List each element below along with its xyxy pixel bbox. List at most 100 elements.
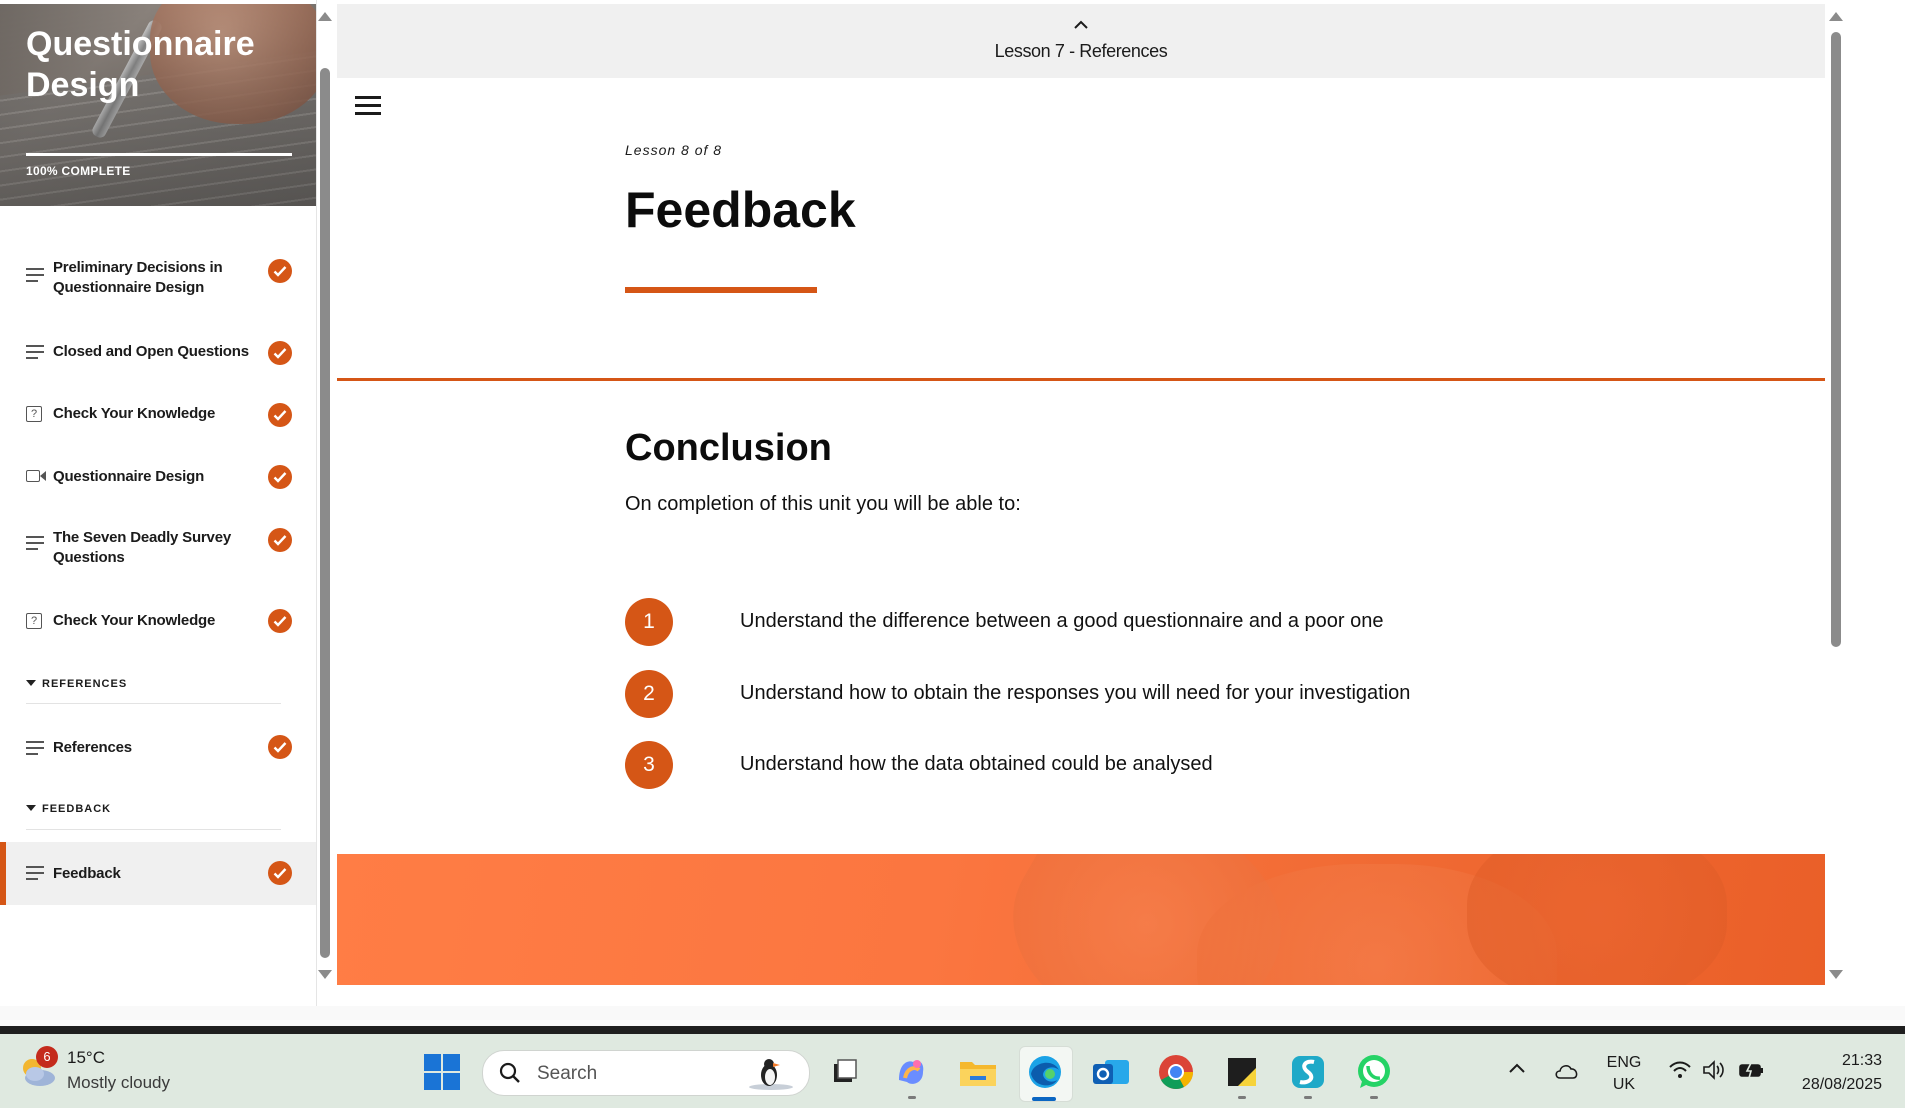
chrome-icon[interactable] bbox=[1154, 1050, 1198, 1094]
edge-browser-icon[interactable] bbox=[1023, 1050, 1067, 1094]
lesson-counter: Lesson 8 of 8 bbox=[625, 142, 723, 158]
sidebar-item-preliminary-decisions[interactable]: Preliminary Decisions in Questionnaire D… bbox=[0, 258, 316, 304]
sidebar-item-label: Check Your Knowledge bbox=[53, 612, 216, 629]
conclusion-intro: On completion of this unit you will be a… bbox=[625, 493, 1021, 515]
video-icon bbox=[26, 467, 46, 485]
windows-taskbar: 6 15°C Mostly cloudy Search ENG UK 21:33… bbox=[0, 1034, 1905, 1108]
quiz-icon: ? bbox=[26, 613, 42, 629]
objective-item: 1 Understand the difference between a go… bbox=[625, 598, 1725, 646]
quiz-icon: ? bbox=[26, 406, 42, 422]
volume-icon[interactable] bbox=[1702, 1060, 1726, 1080]
objective-number: 3 bbox=[625, 741, 673, 789]
running-indicator bbox=[908, 1096, 916, 1099]
notification-badge: 6 bbox=[36, 1046, 58, 1068]
active-app-indicator bbox=[1032, 1097, 1056, 1101]
section-divider bbox=[26, 829, 281, 830]
section-heading: FEEDBACK bbox=[42, 803, 112, 815]
sidebar-item-check-knowledge-2[interactable]: ? Check Your Knowledge bbox=[0, 609, 316, 635]
sidebar-item-feedback[interactable]: Feedback bbox=[0, 842, 316, 905]
decorative-banner-image bbox=[337, 854, 1825, 985]
section-heading: REFERENCES bbox=[42, 678, 128, 690]
hamburger-menu-icon[interactable] bbox=[355, 96, 381, 116]
search-icon bbox=[499, 1062, 520, 1083]
conclusion-heading: Conclusion bbox=[625, 427, 832, 469]
lesson-content: Lesson 8 of 8 Feedback Conclusion On com… bbox=[337, 78, 1825, 985]
course-title: Questionnaire Design bbox=[26, 25, 255, 104]
taskbar-search[interactable]: Search bbox=[482, 1050, 810, 1096]
task-view-icon[interactable] bbox=[822, 1050, 866, 1094]
section-divider bbox=[337, 378, 1825, 381]
text-lines-icon bbox=[26, 739, 44, 757]
clock-time: 21:33 bbox=[1841, 1052, 1882, 1069]
completed-check-icon bbox=[268, 861, 292, 885]
scroll-up-arrow-icon[interactable] bbox=[1829, 12, 1843, 21]
search-placeholder: Search bbox=[537, 1063, 598, 1084]
sidebar-item-label: Questionnaire Design bbox=[53, 468, 205, 485]
weather-temperature: 15°C bbox=[67, 1048, 105, 1067]
sidebar-item-label: Check Your Knowledge bbox=[53, 405, 216, 422]
copilot-icon[interactable] bbox=[889, 1050, 933, 1094]
active-item-indicator bbox=[0, 842, 6, 905]
scrollbar-thumb[interactable] bbox=[1831, 32, 1841, 647]
sidebar-item-label: The Seven Deadly Survey Questions bbox=[53, 529, 231, 566]
sidebar-item-check-knowledge-1[interactable]: ? Check Your Knowledge bbox=[0, 402, 316, 428]
objective-text: Understand the difference between a good… bbox=[740, 610, 1384, 632]
sidebar-item-label: Closed and Open Questions bbox=[53, 343, 249, 360]
objective-number: 2 bbox=[625, 670, 673, 718]
section-toggle-references[interactable]: REFERENCES bbox=[26, 678, 127, 690]
objective-text: Understand how to obtain the responses y… bbox=[740, 682, 1411, 704]
completed-check-icon bbox=[268, 465, 292, 489]
outlook-icon[interactable] bbox=[1089, 1050, 1133, 1094]
previous-lesson-link[interactable]: Lesson 7 - References bbox=[337, 41, 1825, 62]
sidebar-item-label: Feedback bbox=[53, 865, 121, 882]
sidebar-item-label: Preliminary Decisions in Questionnaire D… bbox=[53, 259, 223, 296]
scroll-down-arrow-icon[interactable] bbox=[318, 970, 332, 979]
language-code: ENG bbox=[1606, 1054, 1642, 1071]
file-explorer-icon[interactable] bbox=[956, 1050, 1000, 1094]
progress-label: 100% COMPLETE bbox=[26, 164, 131, 178]
sidebar-item-questionnaire-design[interactable]: Questionnaire Design bbox=[0, 464, 316, 490]
content-scrollbar[interactable] bbox=[1829, 8, 1843, 1008]
completed-check-icon bbox=[268, 403, 292, 427]
sidebar-item-label: References bbox=[53, 739, 132, 756]
objective-item: 2 Understand how to obtain the responses… bbox=[625, 670, 1725, 718]
completed-check-icon bbox=[268, 259, 292, 283]
running-indicator bbox=[1370, 1096, 1378, 1099]
objective-number: 1 bbox=[625, 598, 673, 646]
title-underline bbox=[625, 287, 817, 293]
sidebar-item-seven-deadly-questions[interactable]: The Seven Deadly Survey Questions bbox=[0, 528, 316, 574]
sidebar-item-closed-open-questions[interactable]: Closed and Open Questions bbox=[0, 340, 316, 366]
sidebar-item-references[interactable]: References bbox=[0, 735, 316, 761]
scroll-down-arrow-icon[interactable] bbox=[1829, 970, 1843, 979]
section-toggle-feedback[interactable]: FEEDBACK bbox=[26, 803, 111, 815]
caret-down-icon bbox=[26, 805, 36, 811]
onedrive-cloud-icon[interactable] bbox=[1554, 1062, 1580, 1080]
sidebar-scrollbar[interactable] bbox=[318, 8, 332, 1008]
wifi-icon[interactable] bbox=[1668, 1060, 1692, 1080]
objective-text: Understand how the data obtained could b… bbox=[740, 753, 1213, 775]
scroll-up-arrow-icon[interactable] bbox=[318, 12, 332, 21]
whatsapp-icon[interactable] bbox=[1352, 1050, 1396, 1094]
horizontal-scrollbar[interactable] bbox=[0, 1006, 1905, 1026]
running-indicator bbox=[1304, 1096, 1312, 1099]
scrivener-icon[interactable] bbox=[1286, 1050, 1330, 1094]
objective-item: 3 Understand how the data obtained could… bbox=[625, 741, 1725, 789]
course-sidebar: Questionnaire Design 100% COMPLETE Preli… bbox=[0, 0, 317, 1010]
scrollbar-thumb[interactable] bbox=[320, 68, 330, 958]
window-edge bbox=[0, 1026, 1905, 1030]
battery-charging-icon[interactable] bbox=[1738, 1061, 1764, 1079]
text-lines-icon bbox=[26, 266, 44, 284]
weather-condition: Mostly cloudy bbox=[67, 1073, 170, 1092]
completed-check-icon bbox=[268, 735, 292, 759]
progress-bar bbox=[26, 153, 292, 156]
start-button[interactable] bbox=[424, 1054, 460, 1090]
previous-lesson-bar[interactable]: Lesson 7 - References bbox=[337, 4, 1825, 78]
completed-check-icon bbox=[268, 341, 292, 365]
show-hidden-icons-chevron-icon[interactable] bbox=[1508, 1062, 1526, 1074]
sticky-notes-icon[interactable] bbox=[1220, 1050, 1264, 1094]
caret-down-icon bbox=[26, 680, 36, 686]
text-lines-icon bbox=[26, 343, 44, 361]
puffin-illustration-icon bbox=[749, 1059, 793, 1090]
text-lines-icon bbox=[26, 534, 44, 552]
section-divider bbox=[26, 703, 281, 704]
